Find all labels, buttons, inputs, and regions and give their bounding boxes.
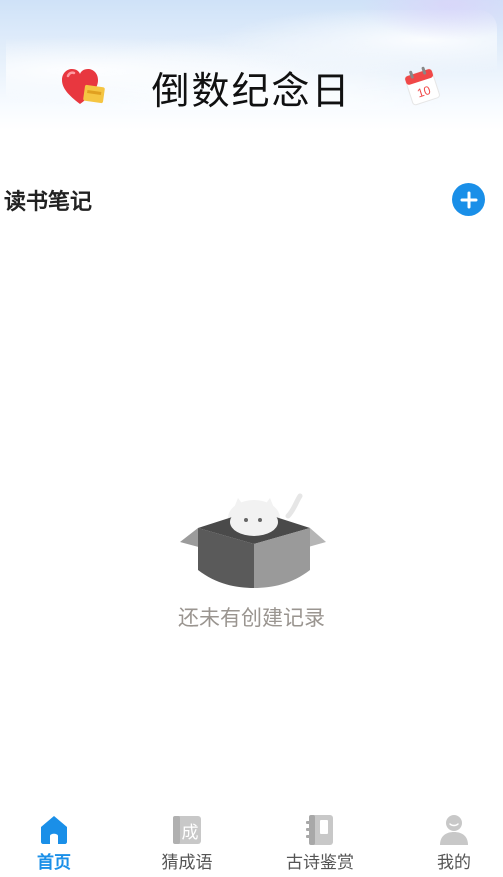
nav-item-poetry[interactable]: 古诗鉴赏 (270, 808, 370, 874)
book-icon (306, 815, 333, 845)
app-screen: 倒数纪念日 10 读书笔记 还未有创建记录 首页 成 猜成语 古诗鉴赏 我的 (0, 0, 503, 877)
plus-icon (460, 191, 477, 208)
nav-label-home: 首页 (37, 853, 71, 873)
svg-text:成: 成 (182, 823, 199, 843)
home-icon (41, 816, 67, 844)
add-note-button[interactable] (452, 183, 485, 216)
section-title: 读书笔记 (4, 190, 93, 215)
empty-box-illustration (180, 493, 326, 588)
nav-label-profile: 我的 (437, 853, 471, 873)
bottom-navigation: 首页 成 猜成语 古诗鉴赏 我的 (0, 800, 503, 877)
calendar-icon: 10 (404, 66, 440, 106)
nav-label-idiom: 猜成语 (161, 853, 213, 873)
nav-item-profile[interactable]: 我的 (404, 808, 503, 874)
nav-item-idiom[interactable]: 成 猜成语 (137, 808, 237, 874)
empty-state-message: 还未有创建记录 (178, 606, 325, 630)
nav-item-home[interactable]: 首页 (4, 808, 104, 874)
user-icon (440, 815, 468, 845)
nav-label-poetry: 古诗鉴赏 (286, 853, 354, 873)
header-banner: 倒数纪念日 10 (0, 0, 503, 130)
idiom-icon: 成 (173, 816, 201, 844)
